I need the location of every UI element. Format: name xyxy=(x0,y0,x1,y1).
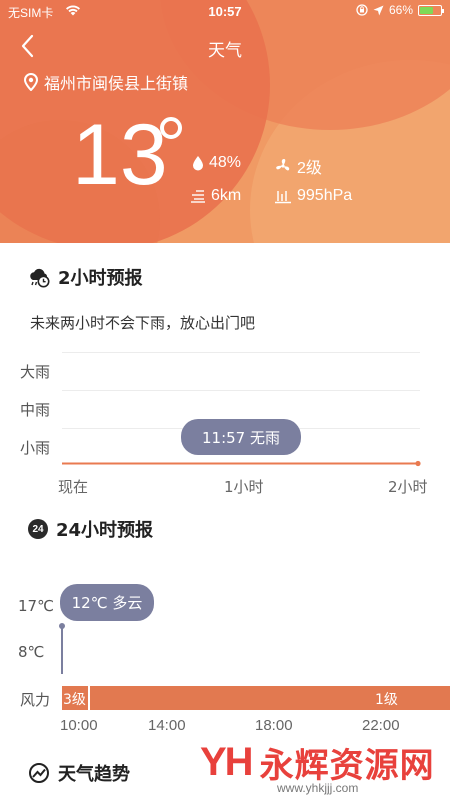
24-badge-icon: 24 xyxy=(28,519,48,539)
battery-percent: 66% xyxy=(388,3,413,17)
x-label-2200: 22:00 xyxy=(362,717,400,734)
watermark-brand: 永辉资源网 xyxy=(259,746,435,786)
wind-level-value: 2级 xyxy=(297,160,322,177)
y-label-low: 8℃ xyxy=(18,643,45,661)
trend-chart-icon xyxy=(29,763,49,783)
fan-icon xyxy=(276,159,290,171)
humidity-drop-icon xyxy=(193,156,203,171)
wind-value-second: 1级 xyxy=(375,692,398,708)
battery-icon xyxy=(418,4,444,16)
orientation-lock-icon xyxy=(356,4,368,16)
status-right: 66% xyxy=(356,3,444,17)
page-title: 天气 xyxy=(208,41,242,61)
forecast-2h-header: 2小时预报 xyxy=(28,264,143,290)
time-indicator-bubble[interactable]: 11:57 无雨 xyxy=(181,419,301,455)
pressure-value: 995hPa xyxy=(297,187,353,204)
grid-line xyxy=(62,390,420,391)
humidity-value: 48% xyxy=(209,154,242,171)
wind-label: 风力 xyxy=(20,691,51,709)
precipitation-line xyxy=(62,460,421,467)
watermark: YH 永辉资源网 xyxy=(200,738,435,787)
y-label-light-rain: 小雨 xyxy=(20,439,51,457)
forecast-2h-note: 未来两小时不会下雨，放心出门吧 xyxy=(30,314,256,332)
x-label-1400: 14:00 xyxy=(148,717,186,734)
visibility-metric: 6km xyxy=(190,187,241,205)
trend-header: 天气趋势 xyxy=(28,760,130,786)
wind-separator xyxy=(88,686,90,710)
x-label-2h: 2小时 xyxy=(388,478,428,496)
wind-metric: 2级 xyxy=(274,154,322,178)
temperature-line xyxy=(59,623,65,674)
x-label-now: 现在 xyxy=(58,478,89,496)
grid-line xyxy=(62,352,420,353)
x-label-1800: 18:00 xyxy=(255,717,293,734)
pressure-metric: 995hPa xyxy=(274,187,352,205)
x-label-1000: 10:00 xyxy=(60,717,98,734)
rain-cloud-clock-icon xyxy=(30,268,50,288)
location-row[interactable]: 福州市闽侯县上街镇 xyxy=(24,70,188,94)
visibility-value: 6km xyxy=(211,187,242,204)
nav-bar: 天气 xyxy=(0,30,450,62)
watermark-logo: YH xyxy=(200,740,254,784)
x-label-1h: 1小时 xyxy=(224,478,264,496)
temperature-bubble[interactable]: 12℃ 多云 xyxy=(60,584,154,621)
forecast-2h-title: 2小时预报 xyxy=(58,268,143,289)
weather-screen: 无SIM卡 10:57 66% 天气 福州市闽侯县上街镇 13 48% 2级 6… xyxy=(0,0,450,799)
forecast-24h-title: 24小时预报 xyxy=(56,520,154,541)
watermark-url: www.yhkjjj.com xyxy=(277,781,359,795)
humidity-metric: 48% xyxy=(192,154,241,172)
wind-value-first: 3级 xyxy=(63,692,86,708)
y-label-moderate-rain: 中雨 xyxy=(20,401,51,419)
degree-symbol xyxy=(160,117,182,139)
trend-title: 天气趋势 xyxy=(58,764,130,785)
forecast-24h-header: 24 24小时预报 xyxy=(28,516,153,542)
pressure-gauge-icon xyxy=(275,190,291,203)
location-name: 福州市闽侯县上街镇 xyxy=(44,74,189,93)
location-arrow-icon xyxy=(373,5,384,15)
current-temperature: 13 xyxy=(72,107,168,203)
y-label-high: 17℃ xyxy=(18,597,54,615)
visibility-icon xyxy=(191,190,205,203)
y-label-heavy-rain: 大雨 xyxy=(20,363,51,381)
location-pin-icon xyxy=(24,73,38,91)
status-bar: 无SIM卡 10:57 66% xyxy=(0,0,450,24)
